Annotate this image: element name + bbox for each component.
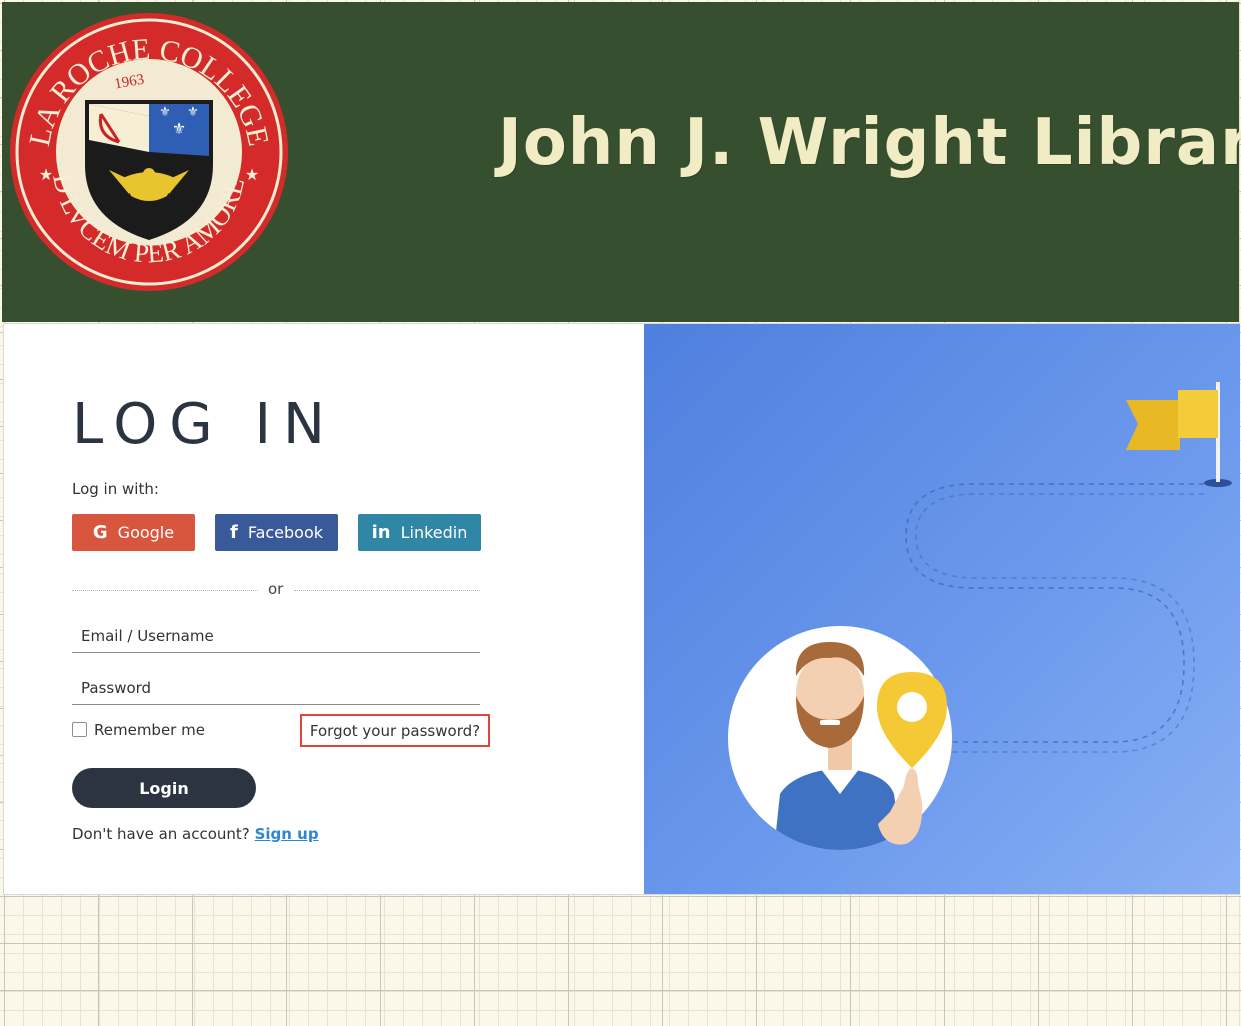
forgot-password-link[interactable]: Forgot your password? <box>300 714 490 747</box>
email-field-underline <box>72 652 480 653</box>
linkedin-login-button[interactable]: in Linkedin <box>358 514 481 551</box>
svg-text:⚜: ⚜ <box>159 105 171 120</box>
page-title: LOG IN <box>72 392 337 457</box>
divider-line-left <box>72 590 258 591</box>
facebook-login-button[interactable]: f Facebook <box>215 514 338 551</box>
svg-text:⚜: ⚜ <box>187 105 199 120</box>
library-title: John J. Wright Library <box>498 106 1241 180</box>
college-seal-logo: LA ROCHE COLLEGE AD LVCEM PER AMOREM ★ ★… <box>6 10 288 291</box>
login-with-label: Log in with: <box>72 480 159 498</box>
email-field[interactable]: Email / Username <box>81 627 214 645</box>
google-button-label: Google <box>117 523 175 542</box>
svg-text:⚜: ⚜ <box>172 119 186 138</box>
google-icon: G <box>92 522 108 543</box>
no-account-text: Don't have an account? <box>72 825 250 843</box>
password-field[interactable]: Password <box>81 679 151 697</box>
facebook-icon: f <box>229 522 238 543</box>
google-login-button[interactable]: G Google <box>72 514 195 551</box>
divider-or-text: or <box>268 580 284 598</box>
facebook-button-label: Facebook <box>247 523 324 542</box>
remember-me-label: Remember me <box>94 721 205 739</box>
illustration-panel <box>644 324 1240 894</box>
svg-text:★: ★ <box>39 165 53 184</box>
svg-text:★: ★ <box>245 165 259 184</box>
flag-icon <box>1126 382 1232 487</box>
login-card: LOG IN Log in with: G Google f Facebook … <box>3 323 1240 895</box>
password-field-underline <box>72 704 480 705</box>
remember-me-checkbox[interactable] <box>72 722 87 737</box>
signup-link[interactable]: Sign up <box>255 825 319 843</box>
site-header: LA ROCHE COLLEGE AD LVCEM PER AMOREM ★ ★… <box>2 2 1241 322</box>
journey-illustration <box>728 382 1232 850</box>
login-form-panel: LOG IN Log in with: G Google f Facebook … <box>4 324 644 894</box>
divider-line-right <box>294 590 480 591</box>
linkedin-button-label: Linkedin <box>400 523 468 542</box>
signup-prompt: Don't have an account? Sign up <box>72 825 319 843</box>
login-button[interactable]: Login <box>72 768 256 808</box>
linkedin-icon: in <box>371 522 391 543</box>
